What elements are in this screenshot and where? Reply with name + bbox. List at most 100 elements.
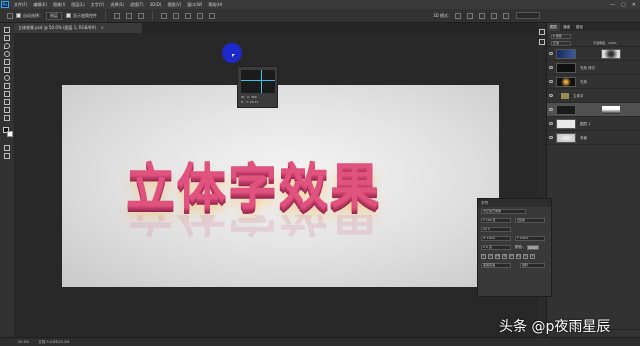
layer-name: 背景: [580, 136, 587, 140]
marquee-tool-icon[interactable]: [4, 35, 10, 41]
layer-name: 光效: [580, 80, 587, 84]
close-button[interactable]: ✕: [632, 2, 636, 8]
horizontal-guide-line: [241, 80, 275, 81]
leading-field[interactable]: (自动): [515, 218, 545, 223]
3d-slide-icon[interactable]: [491, 12, 497, 19]
menu-image[interactable]: 图像(I): [53, 2, 65, 8]
distribute-right-icon[interactable]: [209, 12, 215, 19]
language-dropdown[interactable]: 美国英语: [481, 263, 511, 268]
workspace-dropdown[interactable]: [516, 12, 540, 19]
anti-alias-dropdown[interactable]: 锐利: [520, 263, 545, 268]
3d-mode-label: 3D 模式：: [433, 12, 452, 18]
healing-brush-tool-icon[interactable]: [4, 75, 10, 81]
show-transform-checkbox[interactable]: [66, 13, 71, 18]
maximize-button[interactable]: ▢: [621, 2, 626, 8]
menu-3d[interactable]: 3D(D): [150, 2, 162, 7]
distribute-left-icon[interactable]: [197, 12, 203, 19]
auto-select-checkbox[interactable]: [16, 13, 21, 18]
tab-layers[interactable]: 图层: [547, 23, 560, 31]
layer-row[interactable]: [547, 47, 640, 61]
menu-type[interactable]: 文字(Y): [91, 2, 105, 8]
layer-filter-dropdown[interactable]: P 类型: [551, 34, 571, 39]
distribute-center-icon[interactable]: [173, 12, 179, 19]
3d-rotate-icon[interactable]: [455, 12, 461, 19]
menu-file[interactable]: 文件(F): [14, 2, 27, 8]
align-middle-icon[interactable]: [126, 12, 132, 19]
tracking-row: VA 0: [478, 225, 551, 234]
eyedropper-tool-icon[interactable]: [4, 67, 10, 73]
pen-tool-icon[interactable]: [4, 115, 10, 121]
color-label: 颜色：: [515, 245, 526, 249]
horizontal-scale-field[interactable]: T 100%: [515, 236, 545, 241]
font-size-field[interactable]: T 100 点: [481, 218, 511, 223]
align-top-icon[interactable]: [114, 12, 120, 19]
layer-row[interactable]: [547, 103, 640, 117]
auto-select-target-dropdown[interactable]: 图层: [46, 11, 62, 20]
zoom-level[interactable]: 50.0%: [18, 340, 29, 344]
document-canvas[interactable]: 立体字效果 立体字效果: [62, 85, 499, 287]
visibility-eye-icon[interactable]: [549, 66, 553, 69]
layer-row[interactable]: 背景: [547, 131, 640, 145]
subscript-button[interactable]: T₁: [516, 254, 521, 259]
move-tool-icon[interactable]: [4, 27, 10, 33]
3d-scale-icon[interactable]: [503, 12, 509, 19]
faux-italic-button[interactable]: T: [488, 254, 493, 259]
menu-help[interactable]: 帮助(H): [208, 2, 222, 8]
history-panel-icon[interactable]: [539, 29, 545, 35]
lasso-tool-icon[interactable]: [4, 43, 10, 49]
clone-stamp-tool-icon[interactable]: [4, 91, 10, 97]
color-swatches[interactable]: [3, 127, 13, 137]
visibility-eye-icon[interactable]: [549, 80, 553, 83]
font-family-dropdown[interactable]: 方正综艺简体: [481, 209, 526, 214]
quick-select-tool-icon[interactable]: [4, 51, 10, 57]
3d-pan-icon[interactable]: [479, 12, 485, 19]
menu-select[interactable]: 选择(S): [110, 2, 124, 8]
menu-window[interactable]: 窗口(W): [187, 2, 202, 8]
menu-filter[interactable]: 滤镜(T): [130, 2, 144, 8]
crop-tool-icon[interactable]: [4, 59, 10, 65]
visibility-eye-icon[interactable]: [549, 52, 553, 55]
opacity-field[interactable]: 不透明度：100%: [593, 41, 633, 46]
properties-panel-icon[interactable]: [539, 39, 545, 45]
3d-roll-icon[interactable]: [467, 12, 473, 19]
divider: [105, 11, 106, 20]
all-caps-button[interactable]: TT: [495, 254, 500, 259]
vertical-scale-field[interactable]: IT 100%: [481, 236, 511, 241]
baseline-shift-field[interactable]: A 0 点: [481, 245, 511, 250]
text-color-swatch[interactable]: [527, 245, 539, 250]
layer-row[interactable]: 图层 1: [547, 117, 640, 131]
align-bottom-icon[interactable]: [138, 12, 144, 19]
layer-row[interactable]: 光效: [547, 75, 640, 89]
tracking-field[interactable]: VA 0: [481, 227, 511, 232]
visibility-eye-icon[interactable]: [549, 136, 553, 139]
eraser-tool-icon[interactable]: [4, 99, 10, 105]
document-tab[interactable]: 立体效果.psd @ 50.0% (图层 1, RGB/8#) ×: [14, 23, 142, 33]
superscript-button[interactable]: T¹: [509, 254, 514, 259]
layer-row[interactable]: 立体字: [547, 89, 640, 103]
menu-layer[interactable]: 图层(L): [71, 2, 84, 8]
visibility-eye-icon[interactable]: [549, 122, 553, 125]
close-icon[interactable]: ×: [101, 25, 104, 30]
menu-view[interactable]: 视图(V): [167, 2, 181, 8]
distribute-bottom-icon[interactable]: [185, 12, 191, 19]
blend-mode-dropdown[interactable]: 正常: [551, 41, 571, 46]
faux-bold-button[interactable]: T: [481, 254, 486, 259]
small-caps-button[interactable]: Tr: [502, 254, 507, 259]
tab-channels[interactable]: 通道: [560, 23, 573, 31]
quick-mask-icon[interactable]: [4, 145, 10, 151]
visibility-eye-icon[interactable]: [549, 94, 553, 97]
strikethrough-button[interactable]: T: [530, 254, 535, 259]
underline-button[interactable]: T: [523, 254, 528, 259]
menu-edit[interactable]: 编辑(E): [33, 2, 47, 8]
distribute-top-icon[interactable]: [161, 12, 167, 19]
visibility-eye-icon[interactable]: [549, 108, 553, 111]
minimize-button[interactable]: —: [610, 2, 615, 8]
screen-mode-icon[interactable]: [4, 153, 10, 159]
baseline-row: A 0 点 颜色：: [478, 243, 551, 252]
gradient-tool-icon[interactable]: [4, 107, 10, 113]
tab-paths[interactable]: 路径: [573, 23, 586, 31]
background-color-swatch[interactable]: [7, 131, 13, 137]
brush-tool-icon[interactable]: [4, 83, 10, 89]
layer-row[interactable]: 光效 拷贝: [547, 61, 640, 75]
move-tool-icon[interactable]: [7, 12, 13, 19]
